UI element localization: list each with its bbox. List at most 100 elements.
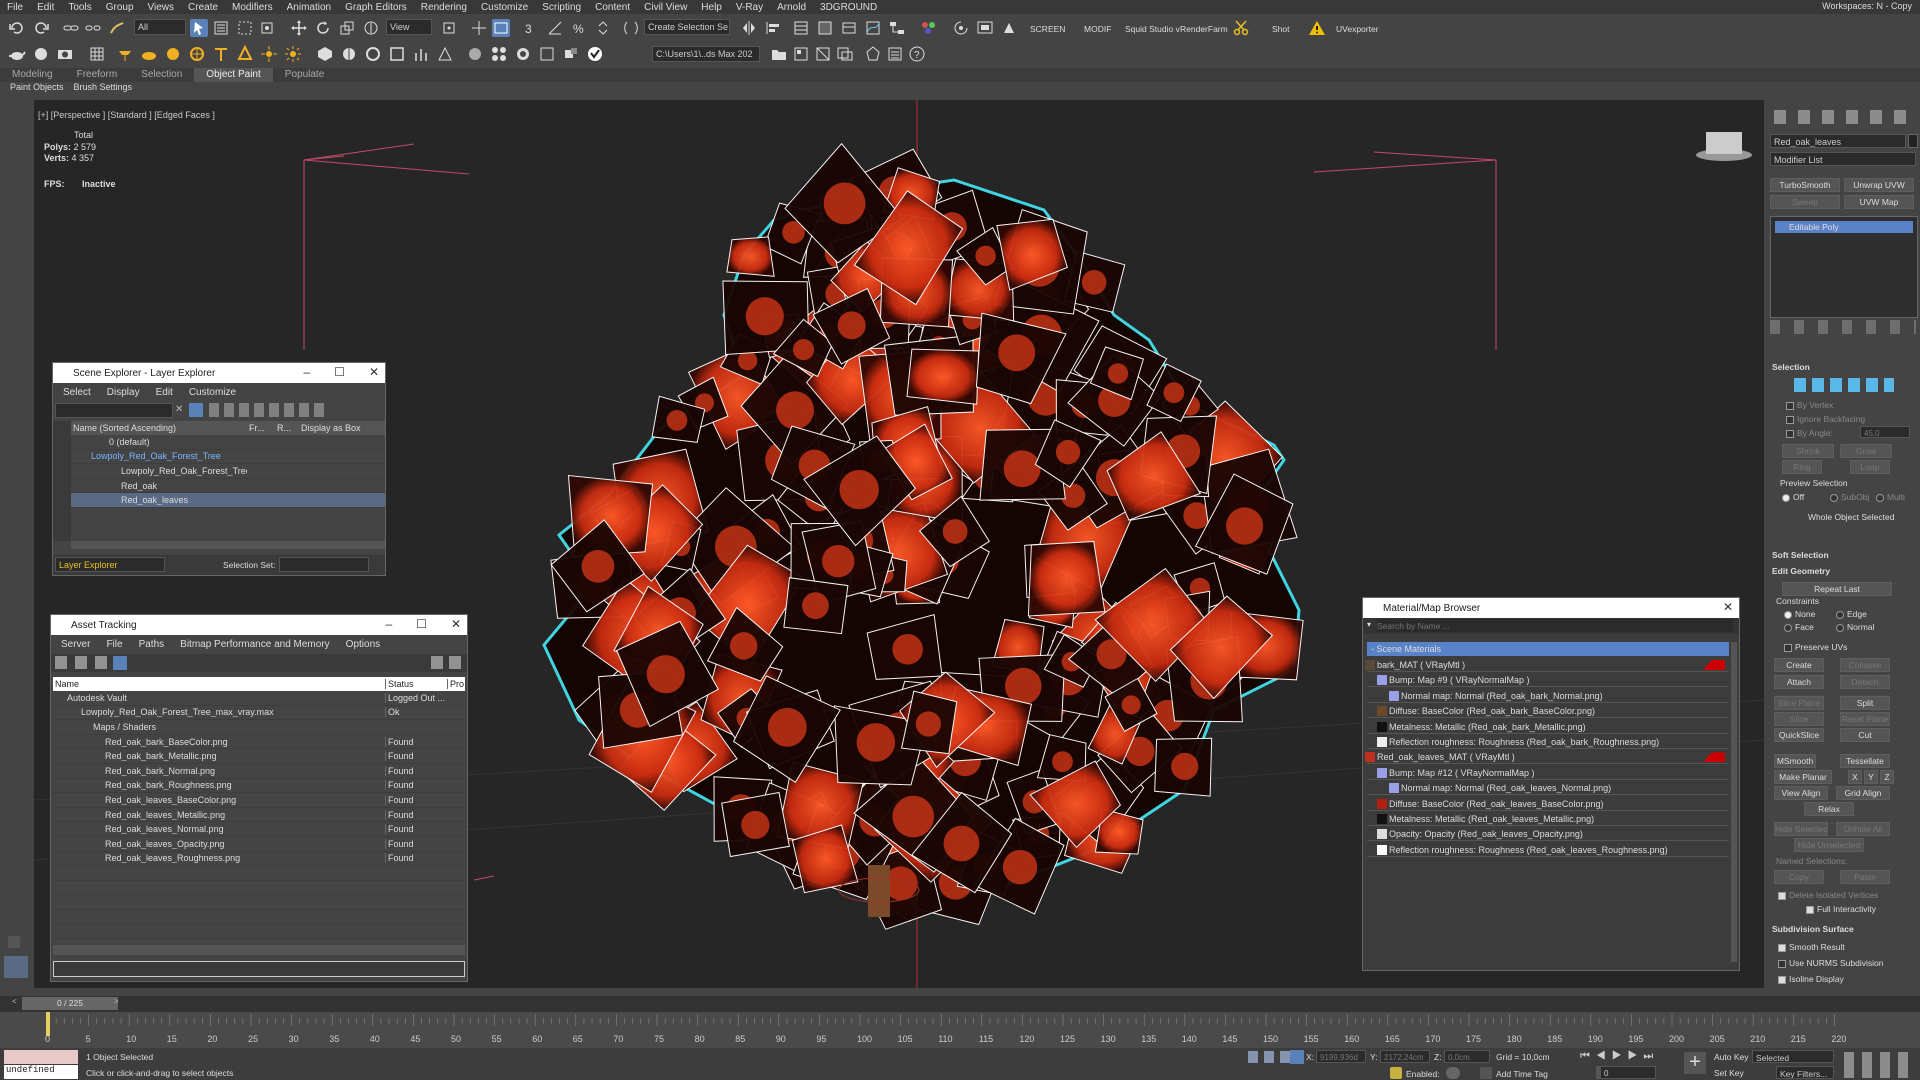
asset-path-field[interactable] bbox=[53, 961, 465, 977]
asset-menu-item[interactable]: Server bbox=[61, 639, 90, 650]
z-coord-field[interactable]: 0,0cm bbox=[1444, 1050, 1490, 1063]
attach-button[interactable]: Attach bbox=[1774, 675, 1824, 689]
vray-fur-icon[interactable] bbox=[340, 45, 358, 63]
sun-icon[interactable] bbox=[284, 45, 302, 63]
maximize-icon[interactable]: ☐ bbox=[334, 365, 345, 379]
timeline-ruler[interactable]: 0 5 10 15 20 25 30 35 40 45 50 55 60 65 70 75 80 85 90 95 10… bbox=[0, 1012, 1920, 1048]
view-layout-icon[interactable] bbox=[792, 45, 810, 63]
material-scrollbar[interactable] bbox=[1731, 642, 1737, 962]
by-angle-checkbox[interactable]: By Angle: bbox=[1786, 428, 1833, 438]
split-button[interactable]: Split bbox=[1840, 696, 1890, 710]
grid-icon[interactable] bbox=[88, 45, 106, 63]
reset-plane-button[interactable]: Reset Plane bbox=[1840, 712, 1890, 726]
percent-snap-icon[interactable]: % bbox=[570, 19, 588, 37]
unwrap-uvw-button[interactable]: Unwrap UVW bbox=[1844, 178, 1914, 192]
ies-light-icon[interactable] bbox=[260, 45, 278, 63]
planar-z-button[interactable]: Z bbox=[1880, 770, 1894, 784]
asset-row[interactable]: Red_oak_bark_Metallic.png Found bbox=[53, 749, 465, 764]
lamp-icon[interactable] bbox=[116, 45, 134, 63]
time-slider-thumb[interactable]: 0 / 225 bbox=[22, 997, 118, 1010]
asset-row[interactable]: Red_oak_bark_Roughness.png Found bbox=[53, 779, 465, 794]
slice-button[interactable]: Slice bbox=[1774, 712, 1824, 726]
layer-row[interactable]: Lowpoly_Red_Oak_Forest_Tree bbox=[71, 450, 385, 465]
teapot-icon[interactable] bbox=[8, 45, 26, 63]
map-item[interactable]: Normal map: Normal (Red_oak_bark_Normal.… bbox=[1367, 689, 1729, 703]
ribbon-tab[interactable]: Selection bbox=[129, 68, 194, 82]
turbosmooth-button[interactable]: TurboSmooth bbox=[1770, 178, 1840, 192]
collapse-button[interactable]: Collapse bbox=[1840, 658, 1890, 672]
menu-item[interactable]: Content bbox=[588, 2, 637, 13]
enabled-toggle[interactable] bbox=[1446, 1067, 1460, 1079]
screen-button[interactable]: SCREEN bbox=[1030, 24, 1065, 34]
scene-explorer-icon[interactable] bbox=[792, 19, 810, 37]
col-status[interactable]: Status bbox=[385, 679, 447, 689]
edit-named-selection-icon[interactable] bbox=[622, 19, 640, 37]
current-frame-field[interactable]: 0 bbox=[1600, 1066, 1656, 1079]
asset-row[interactable]: Red_oak_bark_Normal.png Found bbox=[53, 764, 465, 779]
asset-row[interactable]: Red_oak_leaves_Normal.png Found bbox=[53, 822, 465, 837]
asset-row[interactable]: Autodesk Vault Logged Out ... bbox=[53, 691, 465, 706]
use-nurms-checkbox[interactable]: Use NURMS Subdivision bbox=[1778, 958, 1883, 968]
ribbon-tab[interactable]: Modeling bbox=[0, 68, 65, 82]
col-freeze[interactable]: Fr... bbox=[247, 423, 275, 433]
menu-item[interactable]: File bbox=[0, 2, 30, 13]
command-panel-tabs[interactable] bbox=[1774, 110, 1914, 124]
by-vertex-checkbox[interactable]: By Vertex bbox=[1786, 400, 1833, 410]
horizontal-scrollbar[interactable] bbox=[71, 541, 385, 549]
preserve-uvs-checkbox[interactable]: Preserve UVs bbox=[1784, 642, 1847, 652]
full-interactivity-checkbox[interactable]: Full Interactivity bbox=[1806, 904, 1876, 914]
play-icon[interactable] bbox=[8, 936, 20, 948]
asset-row[interactable]: Red_oak_leaves_BaseColor.png Found bbox=[53, 793, 465, 808]
menu-item[interactable]: Rendering bbox=[414, 2, 474, 13]
scene-materials-section[interactable]: - Scene Materials bbox=[1367, 642, 1729, 656]
vray-proxy-icon[interactable] bbox=[316, 45, 334, 63]
schematic-view-icon[interactable] bbox=[888, 19, 906, 37]
hide-unselected-button[interactable]: Hide Unselected bbox=[1794, 838, 1864, 852]
col-render[interactable]: R... bbox=[275, 423, 299, 433]
wireframe-icon[interactable] bbox=[864, 45, 882, 63]
map-item[interactable]: Metalness: Metallic (Red_oak_leaves_Meta… bbox=[1367, 812, 1729, 826]
selection-rollout-header[interactable]: Selection bbox=[1772, 362, 1810, 372]
constraint-edge-radio[interactable]: Edge bbox=[1836, 609, 1867, 619]
layer-row-selected[interactable]: Red_oak_leaves bbox=[71, 493, 385, 508]
explorer-menu-item[interactable]: Display bbox=[107, 387, 140, 398]
shrink-button[interactable]: Shrink bbox=[1782, 444, 1834, 458]
uvexporter-button[interactable]: UVexporter bbox=[1336, 24, 1379, 34]
vray-sphere-icon[interactable] bbox=[436, 45, 454, 63]
maximize-icon[interactable]: ☐ bbox=[416, 617, 427, 631]
reference-coordinate-dropdown[interactable]: View bbox=[386, 19, 432, 35]
render-production-icon[interactable] bbox=[1000, 19, 1018, 37]
minimize-icon[interactable]: – bbox=[385, 617, 392, 631]
menu-item[interactable]: Arnold bbox=[770, 2, 813, 13]
grid-align-button[interactable]: Grid Align bbox=[1836, 786, 1890, 800]
snaps-toggle-icon[interactable]: 3 bbox=[522, 19, 540, 37]
multi-sphere-icon[interactable] bbox=[490, 45, 508, 63]
menu-item[interactable]: Modifiers bbox=[225, 2, 280, 13]
ring-button[interactable]: Ring bbox=[1782, 460, 1822, 474]
brush-settings-panel[interactable]: Brush Settings bbox=[74, 82, 133, 96]
absolute-mode-icon[interactable] bbox=[1290, 1050, 1304, 1064]
asset-menu-item[interactable]: Paths bbox=[139, 639, 165, 650]
loop-button[interactable]: Loop bbox=[1850, 460, 1890, 474]
ribbon-tab[interactable]: Object Paint bbox=[194, 68, 273, 82]
pivot-center-icon[interactable] bbox=[440, 19, 458, 37]
vray-icon[interactable] bbox=[1390, 1067, 1402, 1079]
material-item[interactable]: Red_oak_leaves_MAT ( VRayMtl ) bbox=[1365, 750, 1729, 765]
ribbon-tab[interactable]: Populate bbox=[273, 68, 336, 82]
playback-controls[interactable]: ⏮◀▶▶⏭ bbox=[1580, 1050, 1670, 1064]
unlink-icon[interactable] bbox=[84, 19, 102, 37]
map-item[interactable]: Normal map: Normal (Red_oak_leaves_Norma… bbox=[1367, 781, 1729, 796]
cloud-light-icon[interactable] bbox=[140, 45, 158, 63]
workspace-selector[interactable]: Workspaces: N - Copy bbox=[1822, 1, 1912, 11]
x-coord-field[interactable]: 9199,936d bbox=[1316, 1050, 1366, 1063]
asset-tracking-titlebar[interactable]: Asset Tracking – ☐ ✕ bbox=[51, 615, 467, 635]
preview-multi-radio[interactable]: Multi bbox=[1876, 492, 1905, 502]
scene-explorer-titlebar[interactable]: Scene Explorer - Layer Explorer – ☐ ✕ bbox=[53, 363, 385, 383]
scene-explorer-search[interactable] bbox=[55, 403, 173, 418]
map-item[interactable]: Metalness: Metallic (Red_oak_bark_Metall… bbox=[1367, 720, 1729, 734]
smooth-result-checkbox[interactable]: Smooth Result bbox=[1778, 942, 1845, 952]
explorer-tool-icons[interactable] bbox=[209, 403, 329, 417]
filter-icon[interactable] bbox=[189, 403, 203, 417]
preview-off-radio[interactable]: Off bbox=[1782, 492, 1804, 502]
isoline-display-checkbox[interactable]: Isoline Display bbox=[1778, 974, 1844, 984]
